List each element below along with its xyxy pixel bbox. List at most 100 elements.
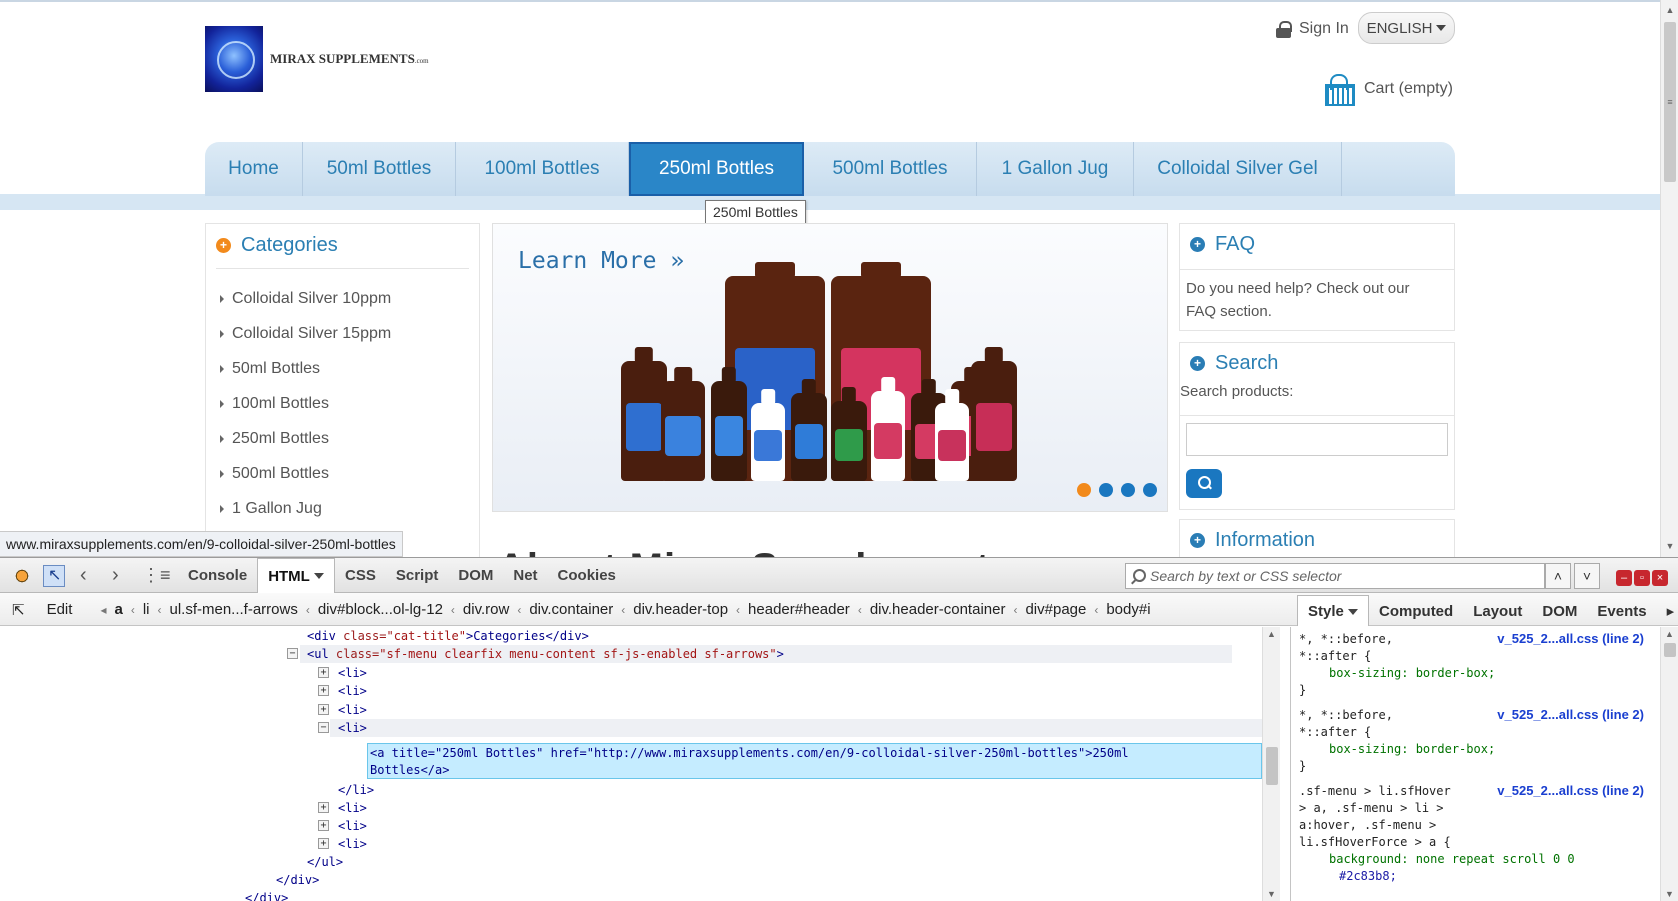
inspect-icon[interactable] bbox=[40, 558, 68, 593]
edit-button[interactable]: Edit bbox=[33, 601, 81, 618]
category-item[interactable]: Colloidal Silver 10ppm bbox=[220, 281, 391, 316]
expand-icon[interactable]: + bbox=[318, 802, 329, 813]
chevron-down-icon[interactable]: ˅ bbox=[1574, 563, 1600, 589]
nav-item-gel[interactable]: Colloidal Silver Gel bbox=[1134, 142, 1342, 196]
breadcrumb-item[interactable]: div.header-top bbox=[625, 601, 736, 618]
scroll-thumb[interactable] bbox=[1664, 643, 1676, 657]
search-button[interactable] bbox=[1186, 469, 1222, 498]
tree-node[interactable]: </div> bbox=[276, 871, 319, 889]
tab-html[interactable]: HTML bbox=[257, 557, 336, 594]
firebug-search-input[interactable]: Search by text or CSS selector bbox=[1125, 563, 1545, 589]
tree-node[interactable]: <li> bbox=[338, 835, 367, 853]
logo-text[interactable]: MIRAX SUPPLEMENTS.com bbox=[270, 51, 429, 67]
breadcrumb-item[interactable]: li bbox=[135, 601, 158, 618]
back-icon[interactable]: ‹ bbox=[80, 558, 87, 593]
tab-dom-side[interactable]: DOM bbox=[1532, 603, 1587, 626]
breadcrumb-item[interactable]: header#header bbox=[740, 601, 858, 618]
slider-dot[interactable] bbox=[1077, 483, 1091, 497]
breadcrumb-item[interactable]: ul.sf-men...f-arrows bbox=[161, 601, 305, 618]
css-source-link[interactable]: v_525_2...all.css (line 2) bbox=[1497, 783, 1644, 798]
slider-dot[interactable] bbox=[1143, 483, 1157, 497]
expand-icon[interactable]: + bbox=[318, 838, 329, 849]
scroll-up-icon[interactable]: ▲ bbox=[1664, 4, 1676, 16]
tree-node[interactable]: <li> bbox=[338, 799, 367, 817]
hero-banner[interactable]: Learn More » bbox=[492, 223, 1168, 512]
breadcrumb-item[interactable]: div#page bbox=[1017, 601, 1094, 618]
scroll-down-icon[interactable]: ▼ bbox=[1267, 889, 1276, 899]
category-item[interactable]: 1 Gallon Jug bbox=[220, 491, 391, 526]
cart-link[interactable]: Cart (empty) bbox=[1322, 74, 1453, 106]
breadcrumb-item[interactable]: body#i bbox=[1098, 601, 1158, 618]
tab-events[interactable]: Events bbox=[1587, 603, 1656, 626]
breadcrumb-item[interactable]: div.header-container bbox=[862, 601, 1014, 618]
category-item[interactable]: 250ml Bottles bbox=[220, 421, 391, 456]
nav-item-500ml[interactable]: 500ml Bottles bbox=[804, 142, 977, 196]
tree-node[interactable]: <li> bbox=[338, 682, 367, 700]
learn-more-link[interactable]: Learn More » bbox=[518, 248, 684, 274]
expand-icon[interactable]: + bbox=[318, 685, 329, 696]
tab-style[interactable]: Style bbox=[1297, 595, 1370, 626]
tab-dom[interactable]: DOM bbox=[448, 558, 503, 593]
faq-title[interactable]: + FAQ bbox=[1190, 233, 1255, 256]
slider-dot[interactable] bbox=[1099, 483, 1113, 497]
tree-node[interactable]: <li> bbox=[338, 817, 367, 835]
firebug-icon[interactable] bbox=[10, 558, 34, 593]
language-selector[interactable]: ENGLISH bbox=[1358, 12, 1455, 44]
scroll-up-icon[interactable]: ▲ bbox=[1267, 629, 1276, 639]
css-source-link[interactable]: v_525_2...all.css (line 2) bbox=[1497, 631, 1644, 646]
category-item[interactable]: Colloidal Silver 15ppm bbox=[220, 316, 391, 351]
edit-mode-icon[interactable]: ⇱ bbox=[0, 601, 33, 619]
expand-icon[interactable]: + bbox=[318, 820, 329, 831]
css-source-link[interactable]: v_525_2...all.css (line 2) bbox=[1497, 707, 1644, 722]
category-item[interactable]: 100ml Bottles bbox=[220, 386, 391, 421]
detach-icon[interactable]: ▫ bbox=[1634, 570, 1650, 586]
sign-in-link[interactable]: Sign In bbox=[1276, 20, 1349, 38]
tree-node[interactable]: </ul> bbox=[307, 853, 343, 871]
tabs-more-icon[interactable]: ▸ bbox=[1657, 602, 1678, 626]
category-item[interactable]: 500ml Bottles bbox=[220, 456, 391, 491]
command-line-icon[interactable]: ⋮≡ bbox=[142, 558, 171, 593]
tab-cookies[interactable]: Cookies bbox=[548, 558, 626, 593]
html-pane-scrollbar[interactable]: ▲ ▼ bbox=[1262, 627, 1280, 901]
tab-net[interactable]: Net bbox=[503, 558, 547, 593]
collapse-icon[interactable]: − bbox=[287, 648, 298, 659]
scroll-down-icon[interactable]: ▼ bbox=[1665, 889, 1674, 899]
tab-computed[interactable]: Computed bbox=[1369, 603, 1463, 626]
tree-node[interactable]: </div> bbox=[245, 889, 288, 901]
css-declaration[interactable]: box-sizing: border-box; bbox=[1329, 665, 1495, 682]
tree-node[interactable]: </li> bbox=[338, 781, 374, 799]
logo-icon[interactable] bbox=[205, 26, 263, 92]
breadcrumb-item[interactable]: div#block...ol-lg-12 bbox=[310, 601, 451, 618]
tree-node[interactable]: <li> bbox=[338, 701, 367, 719]
forward-icon[interactable]: › bbox=[112, 558, 119, 593]
minimize-icon[interactable]: – bbox=[1616, 570, 1632, 586]
tree-node[interactable]: <li> bbox=[338, 664, 367, 682]
breadcrumb-item[interactable]: a bbox=[106, 601, 130, 618]
breadcrumb-scroll-left-icon[interactable]: ◂ bbox=[80, 603, 106, 617]
css-declaration[interactable]: background: none repeat scroll 0 0 bbox=[1329, 851, 1575, 868]
category-item[interactable]: 50ml Bottles bbox=[220, 351, 391, 386]
breadcrumb-item[interactable]: div.row bbox=[455, 601, 517, 618]
scroll-down-icon[interactable]: ▼ bbox=[1664, 540, 1676, 552]
nav-item-home[interactable]: Home bbox=[205, 142, 303, 196]
close-icon[interactable]: × bbox=[1652, 570, 1668, 586]
tab-script[interactable]: Script bbox=[386, 558, 449, 593]
nav-item-gallon[interactable]: 1 Gallon Jug bbox=[977, 142, 1134, 196]
nav-item-250ml[interactable]: 250ml Bottles bbox=[629, 142, 804, 196]
chevron-up-icon[interactable]: ˄ bbox=[1545, 563, 1571, 589]
css-declaration[interactable]: box-sizing: border-box; bbox=[1329, 741, 1495, 758]
scroll-up-icon[interactable]: ▲ bbox=[1665, 629, 1674, 639]
style-pane-scrollbar[interactable]: ▲ ▼ bbox=[1660, 627, 1678, 901]
page-scrollbar[interactable]: ▲ ≡ ▼ bbox=[1660, 0, 1678, 557]
tab-layout[interactable]: Layout bbox=[1463, 603, 1532, 626]
expand-icon[interactable]: + bbox=[318, 704, 329, 715]
tab-css[interactable]: CSS bbox=[335, 558, 386, 593]
nav-item-50ml[interactable]: 50ml Bottles bbox=[303, 142, 456, 196]
tree-node[interactable]: <div class="cat-title">Categories</div> bbox=[307, 627, 589, 645]
nav-item-100ml[interactable]: 100ml Bottles bbox=[456, 142, 629, 196]
collapse-icon[interactable]: − bbox=[318, 722, 329, 733]
information-title[interactable]: + Information bbox=[1190, 529, 1315, 552]
tree-node[interactable]: <ul class="sf-menu clearfix menu-content… bbox=[307, 645, 784, 663]
expand-icon[interactable]: + bbox=[318, 667, 329, 678]
slider-dot[interactable] bbox=[1121, 483, 1135, 497]
